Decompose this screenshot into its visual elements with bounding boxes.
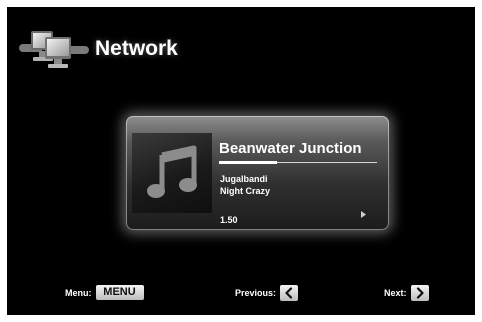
page-title: Network: [95, 37, 178, 60]
album-art: [132, 133, 212, 213]
progress-fill: [219, 161, 278, 164]
media-player-screen: Network Beanwater Junction Jugalbandi Ni…: [7, 7, 475, 315]
menu-hint: Menu: MENU: [65, 285, 144, 300]
track-title: Beanwater Junction: [219, 140, 362, 157]
play-icon: [361, 211, 366, 218]
previous-label: Previous:: [235, 288, 277, 298]
menu-label: Menu:: [65, 287, 92, 298]
network-computers-icon: [17, 28, 91, 70]
elapsed-time: 1.50: [220, 215, 238, 225]
previous-hint: Previous:: [235, 285, 299, 301]
track-artist: Jugalbandi: [220, 174, 268, 184]
now-playing-card: Beanwater Junction Jugalbandi Night Craz…: [126, 116, 389, 230]
next-hint: Next:: [384, 285, 429, 301]
track-album: Night Crazy: [220, 186, 271, 196]
next-label: Next:: [384, 288, 407, 298]
menu-button[interactable]: MENU: [95, 285, 144, 300]
music-note-icon: [147, 145, 197, 198]
previous-button[interactable]: [280, 285, 299, 301]
next-button[interactable]: [410, 285, 429, 301]
chevron-right-icon: [416, 287, 424, 299]
chevron-left-icon: [285, 287, 293, 299]
header: Network: [17, 27, 178, 71]
